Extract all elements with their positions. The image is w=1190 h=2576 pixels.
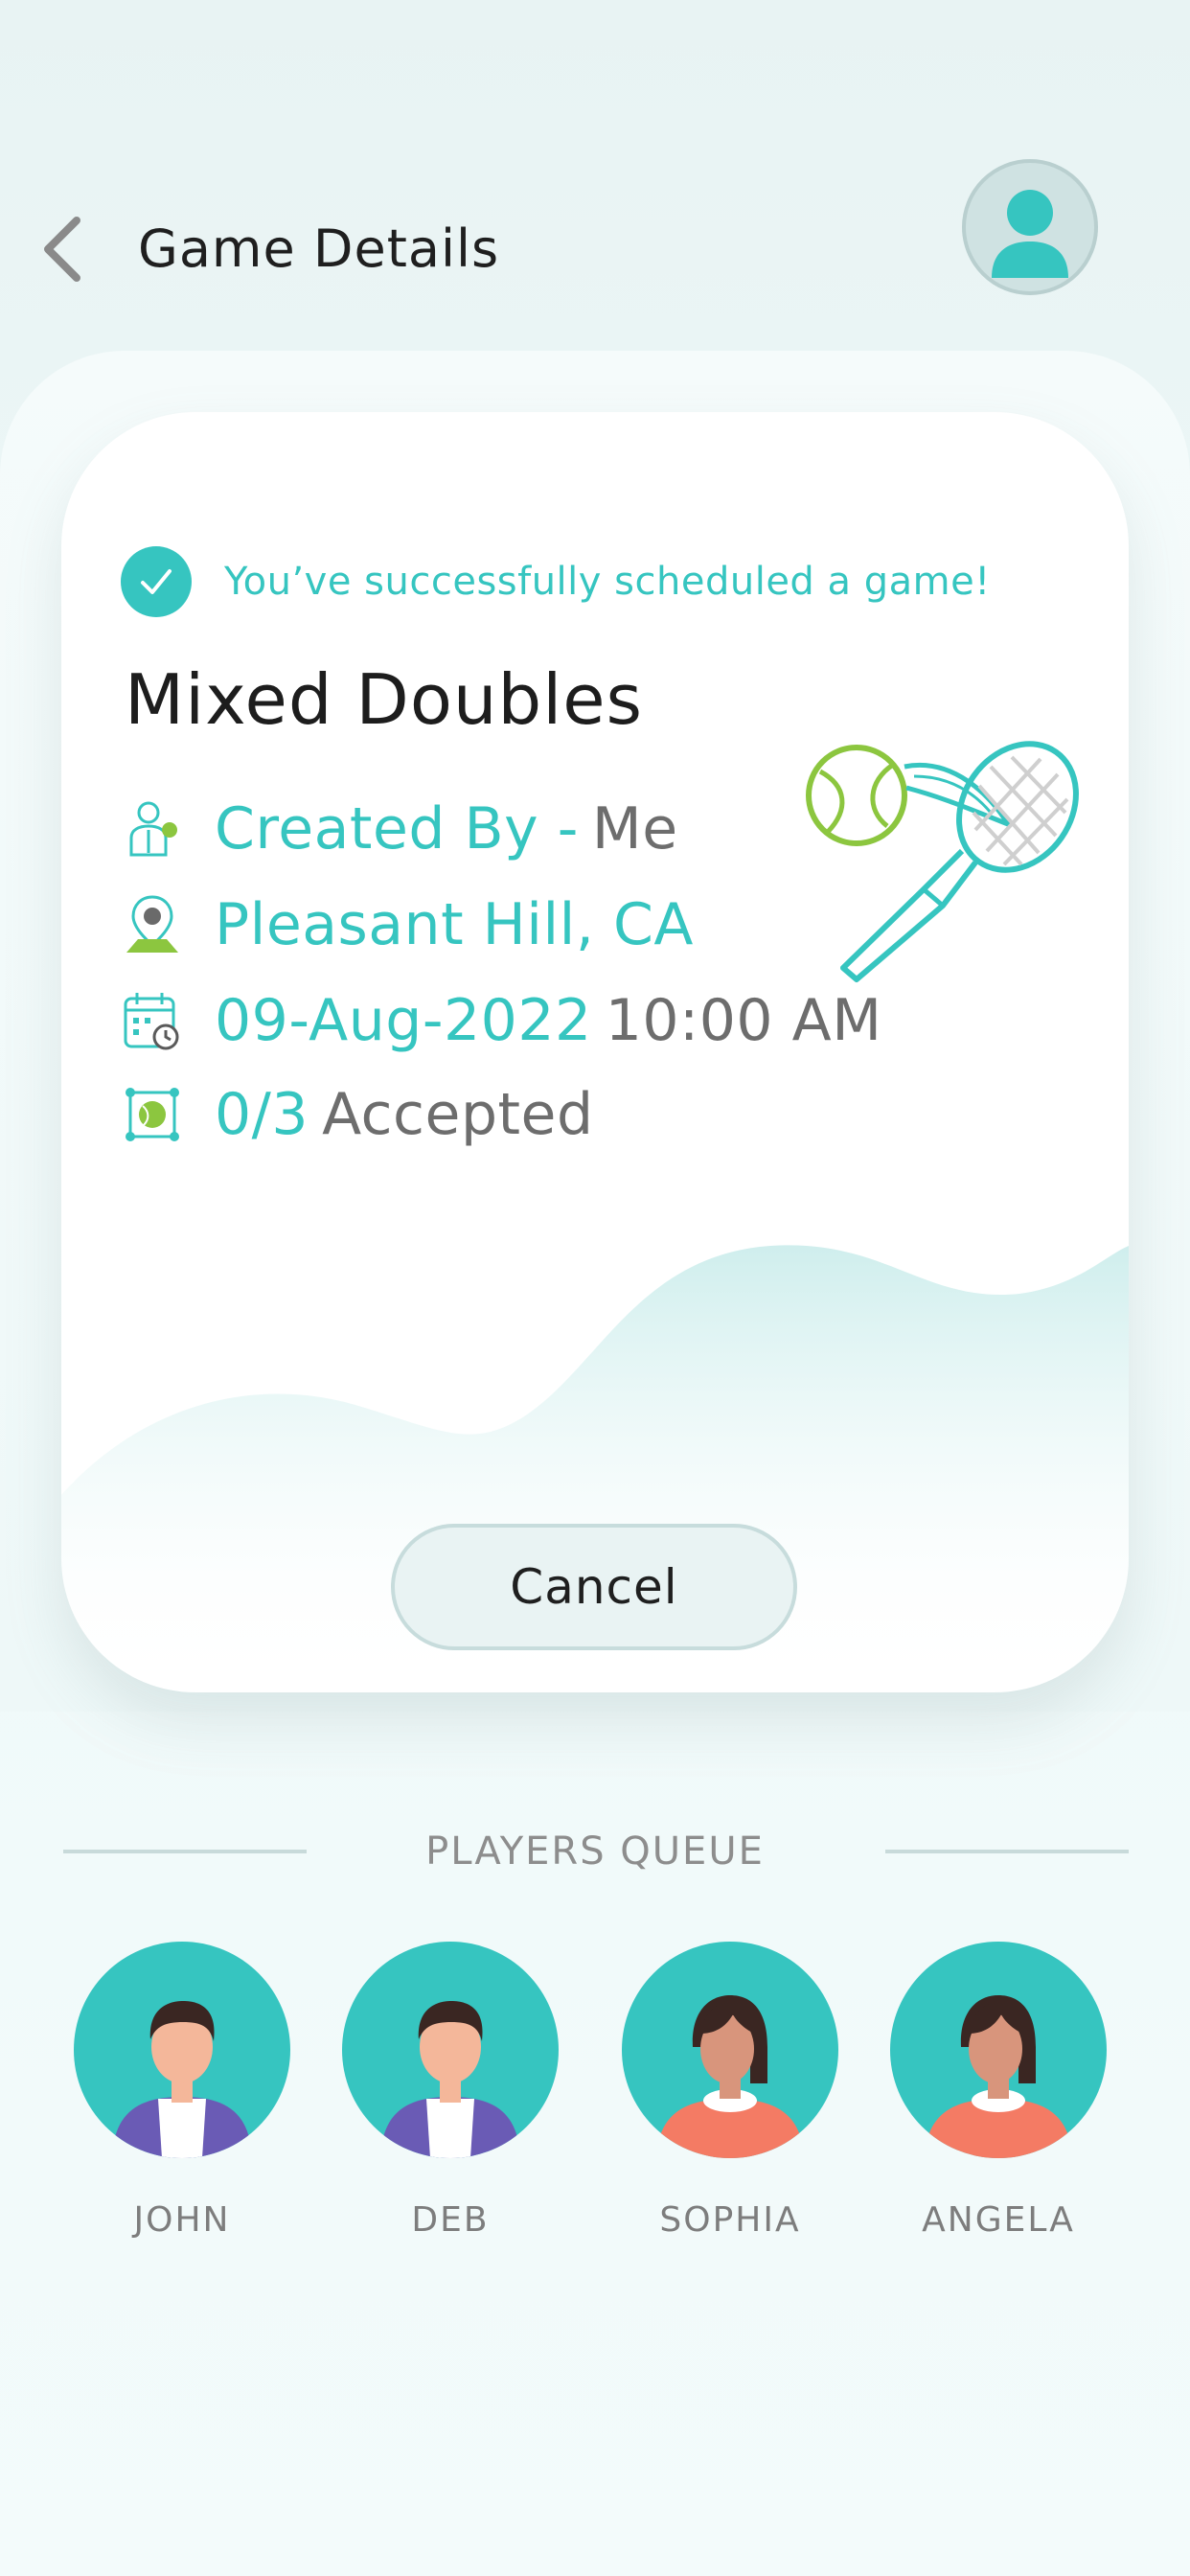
page-title: Game Details (138, 218, 500, 279)
location-text: Pleasant Hill, CA (215, 891, 694, 958)
female-avatar-icon[interactable] (890, 1942, 1107, 2158)
success-message: You’ve successfully scheduled a game! (224, 560, 991, 604)
player-name: SOPHIA (659, 2200, 801, 2240)
accepted-row: 0/3 Accepted (121, 1081, 594, 1148)
male-avatar-icon[interactable] (342, 1942, 559, 2158)
player-card[interactable]: SOPHIA (596, 1942, 864, 2240)
tennis-racket-ball-icon (806, 741, 1079, 982)
success-banner: You’ve successfully scheduled a game! (121, 546, 991, 617)
player-name: DEB (411, 2200, 490, 2240)
location-pin-icon (121, 893, 184, 956)
queue-title: PLAYERS QUEUE (425, 1829, 765, 1874)
player-card[interactable]: DEB (316, 1942, 584, 2240)
back-button[interactable] (29, 211, 96, 288)
male-avatar-icon[interactable] (74, 1942, 290, 2158)
datetime-row: 09-Aug-2022 10:00 AM (121, 987, 881, 1054)
cancel-button[interactable]: Cancel (391, 1524, 797, 1650)
female-avatar-icon[interactable] (622, 1942, 838, 2158)
chevron-left-icon (44, 217, 80, 282)
time-text: 10:00 AM (605, 987, 882, 1054)
created-by-row: Created By - Me (121, 795, 678, 862)
player-name: ANGELA (922, 2200, 1075, 2240)
player-card[interactable]: ANGELA (864, 1942, 1133, 2240)
created-by-label: Created By - (215, 795, 579, 862)
calendar-clock-icon (121, 989, 184, 1052)
user-avatar-icon (992, 190, 1068, 278)
check-circle-icon (121, 546, 192, 617)
player-card[interactable]: JOHN (48, 1942, 316, 2240)
created-by-value: Me (591, 795, 678, 862)
players-frame-icon (121, 1083, 184, 1146)
location-row: Pleasant Hill, CA (121, 891, 694, 958)
game-title: Mixed Doubles (125, 659, 644, 740)
app-header: Game Details (0, 0, 1190, 326)
accepted-label: Accepted (322, 1081, 594, 1148)
game-details-card: You’ve successfully scheduled a game! Mi… (61, 412, 1129, 1692)
player-name: JOHN (133, 2200, 231, 2240)
accepted-count: 0/3 (215, 1081, 309, 1148)
coach-icon (121, 797, 184, 861)
profile-avatar-button[interactable] (962, 159, 1098, 295)
date-text: 09-Aug-2022 (215, 987, 592, 1054)
